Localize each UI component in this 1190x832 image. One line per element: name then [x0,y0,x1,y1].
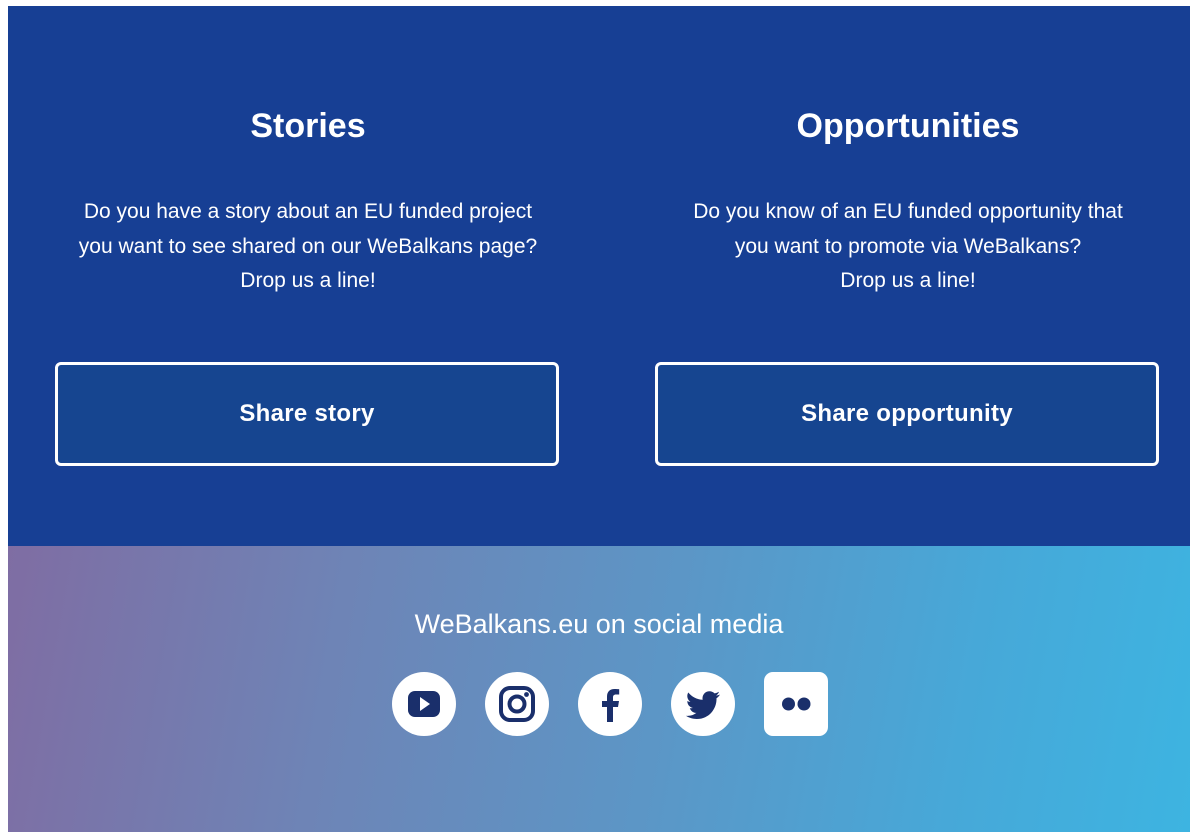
instagram-link[interactable] [485,672,549,736]
facebook-icon [578,672,642,736]
youtube-icon [392,672,456,736]
social-media-section: WeBalkans.eu on social media [8,546,1190,832]
youtube-link[interactable] [392,672,456,736]
contribute-section: Stories Do you have a story about an EU … [8,6,1190,546]
opportunities-title: Opportunities [796,107,1020,145]
opportunities-description-line: Do you know of an EU funded opportunity … [693,200,1123,223]
stories-description-line: Do you have a story about an EU funded p… [83,200,533,223]
social-media-title: WeBalkans.eu on social media [414,609,784,639]
stories-description: Do you have a story about an EU funded p… [28,195,588,299]
flickr-link[interactable] [764,672,828,736]
stories-description-line: Drop us a line! [240,269,376,292]
flickr-icon [764,672,828,736]
opportunities-description-line: Drop us a line! [840,269,976,292]
opportunities-description-line: you want to promote via WeBalkans? [734,234,1082,258]
opportunities-description: Do you know of an EU funded opportunity … [628,195,1188,299]
stories-title: Stories [250,107,366,145]
twitter-icon [671,672,735,736]
facebook-link[interactable] [578,672,642,736]
twitter-link[interactable] [671,672,735,736]
share-opportunity-button[interactable]: Share opportunity [655,362,1159,466]
stories-description-line: you want to see shared on our WeBalkans … [78,234,538,258]
social-icons-row [392,672,832,736]
page: Stories Do you have a story about an EU … [8,6,1190,832]
instagram-icon [485,672,549,736]
share-story-button[interactable]: Share story [55,362,559,466]
